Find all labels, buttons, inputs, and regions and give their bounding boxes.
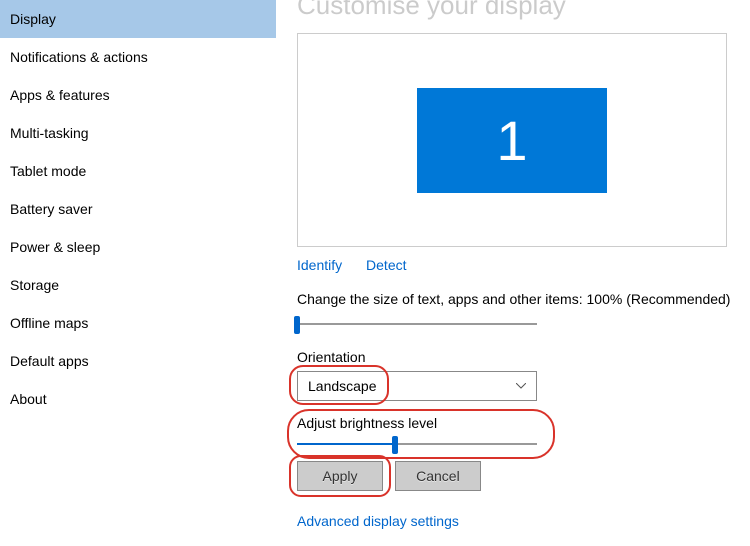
sidebar-item-notifications[interactable]: Notifications & actions <box>0 38 276 76</box>
page-title: Customise your display <box>297 0 750 21</box>
sidebar-item-label: Default apps <box>10 353 89 369</box>
identify-link[interactable]: Identify <box>297 257 342 273</box>
sidebar-item-default-apps[interactable]: Default apps <box>0 342 276 380</box>
monitor-actions: Identify Detect <box>297 257 750 273</box>
sidebar-item-label: Offline maps <box>10 315 88 331</box>
sidebar-item-label: Apps & features <box>10 87 110 103</box>
scale-label: Change the size of text, apps and other … <box>297 291 750 307</box>
chevron-down-icon <box>516 381 526 392</box>
advanced-display-link[interactable]: Advanced display settings <box>297 513 750 529</box>
sidebar-item-label: Notifications & actions <box>10 49 148 65</box>
monitor-display-1[interactable]: 1 <box>417 88 607 193</box>
slider-thumb[interactable] <box>392 436 398 454</box>
cancel-button[interactable]: Cancel <box>395 461 481 491</box>
slider-thumb[interactable] <box>294 316 300 334</box>
sidebar-item-label: Tablet mode <box>10 163 86 179</box>
sidebar-item-storage[interactable]: Storage <box>0 266 276 304</box>
orientation-value: Landscape <box>308 378 377 394</box>
sidebar-item-label: Battery saver <box>10 201 92 217</box>
detect-link[interactable]: Detect <box>366 257 406 273</box>
apply-button[interactable]: Apply <box>297 461 383 491</box>
brightness-label: Adjust brightness level <box>297 415 557 431</box>
sidebar-item-label: Storage <box>10 277 59 293</box>
sidebar-item-label: Display <box>10 11 56 27</box>
sidebar-item-offline-maps[interactable]: Offline maps <box>0 304 276 342</box>
sidebar-item-tablet-mode[interactable]: Tablet mode <box>0 152 276 190</box>
monitor-arrangement-panel[interactable]: 1 <box>297 33 727 247</box>
sidebar: Display Notifications & actions Apps & f… <box>0 0 277 546</box>
sidebar-item-multi-tasking[interactable]: Multi-tasking <box>0 114 276 152</box>
brightness-slider[interactable] <box>297 437 537 451</box>
sidebar-item-about[interactable]: About <box>0 380 276 418</box>
orientation-select[interactable]: Landscape <box>297 371 537 401</box>
monitor-number: 1 <box>496 108 527 173</box>
sidebar-item-power-sleep[interactable]: Power & sleep <box>0 228 276 266</box>
sidebar-item-label: Power & sleep <box>10 239 100 255</box>
sidebar-item-display[interactable]: Display <box>0 0 276 38</box>
main-content: Customise your display 1 Identify Detect… <box>277 0 750 546</box>
scale-slider[interactable] <box>297 317 537 331</box>
sidebar-item-apps-features[interactable]: Apps & features <box>0 76 276 114</box>
sidebar-item-label: Multi-tasking <box>10 125 89 141</box>
sidebar-item-battery-saver[interactable]: Battery saver <box>0 190 276 228</box>
orientation-label: Orientation <box>297 349 750 365</box>
button-row: Apply Cancel <box>297 461 750 491</box>
sidebar-item-label: About <box>10 391 47 407</box>
